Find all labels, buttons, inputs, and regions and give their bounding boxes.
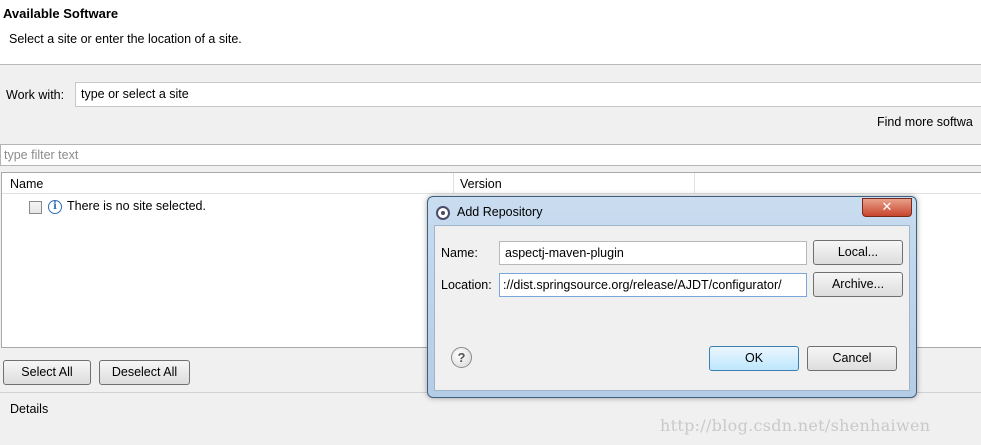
work-with-value: type or select a site	[81, 87, 189, 101]
header-panel: Available Software Select a site or ente…	[0, 0, 981, 64]
find-more-software-link[interactable]: Find more softwa	[877, 115, 973, 129]
close-button[interactable]: ✕	[862, 198, 912, 217]
archive-button[interactable]: Archive...	[813, 272, 903, 297]
row-checkbox[interactable]	[29, 201, 42, 214]
column-header-name[interactable]: Name	[10, 177, 43, 191]
filter-input[interactable]: type filter text	[0, 144, 981, 166]
page-title: Available Software	[3, 6, 119, 21]
details-label: Details	[10, 402, 49, 416]
table-row-text: There is no site selected.	[67, 199, 206, 213]
location-field-value: ://dist.springsource.org/release/AJDT/co…	[503, 278, 782, 292]
select-all-button[interactable]: Select All	[3, 360, 91, 385]
header-separator	[0, 64, 981, 65]
page-subtitle: Select a site or enter the location of a…	[9, 32, 242, 46]
eclipse-icon	[436, 206, 450, 220]
help-icon[interactable]: ?	[451, 347, 472, 368]
local-button[interactable]: Local...	[813, 240, 903, 265]
column-divider[interactable]	[694, 173, 695, 194]
name-field-value: aspectj-maven-plugin	[505, 246, 624, 260]
name-field[interactable]: aspectj-maven-plugin	[499, 241, 807, 265]
column-header-version[interactable]: Version	[460, 177, 502, 191]
work-with-combo[interactable]: type or select a site	[75, 82, 981, 107]
add-repository-dialog: Add Repository ✕ Name: aspectj-maven-plu…	[427, 196, 917, 398]
location-field[interactable]: ://dist.springsource.org/release/AJDT/co…	[499, 273, 807, 297]
ok-button[interactable]: OK	[709, 346, 799, 371]
watermark-text: http://blog.csdn.net/shenhaiwen	[660, 416, 931, 435]
filter-placeholder: type filter text	[4, 148, 79, 162]
name-label: Name:	[441, 246, 478, 260]
table-header: Name Version	[2, 173, 981, 194]
location-label: Location:	[441, 278, 492, 292]
info-icon: i	[48, 200, 62, 214]
column-divider[interactable]	[453, 173, 454, 194]
work-with-label: Work with:	[6, 88, 65, 102]
deselect-all-button[interactable]: Deselect All	[99, 360, 190, 385]
dialog-body: Name: aspectj-maven-plugin Local... Loca…	[434, 225, 910, 391]
dialog-title: Add Repository	[457, 205, 543, 219]
cancel-button[interactable]: Cancel	[807, 346, 897, 371]
